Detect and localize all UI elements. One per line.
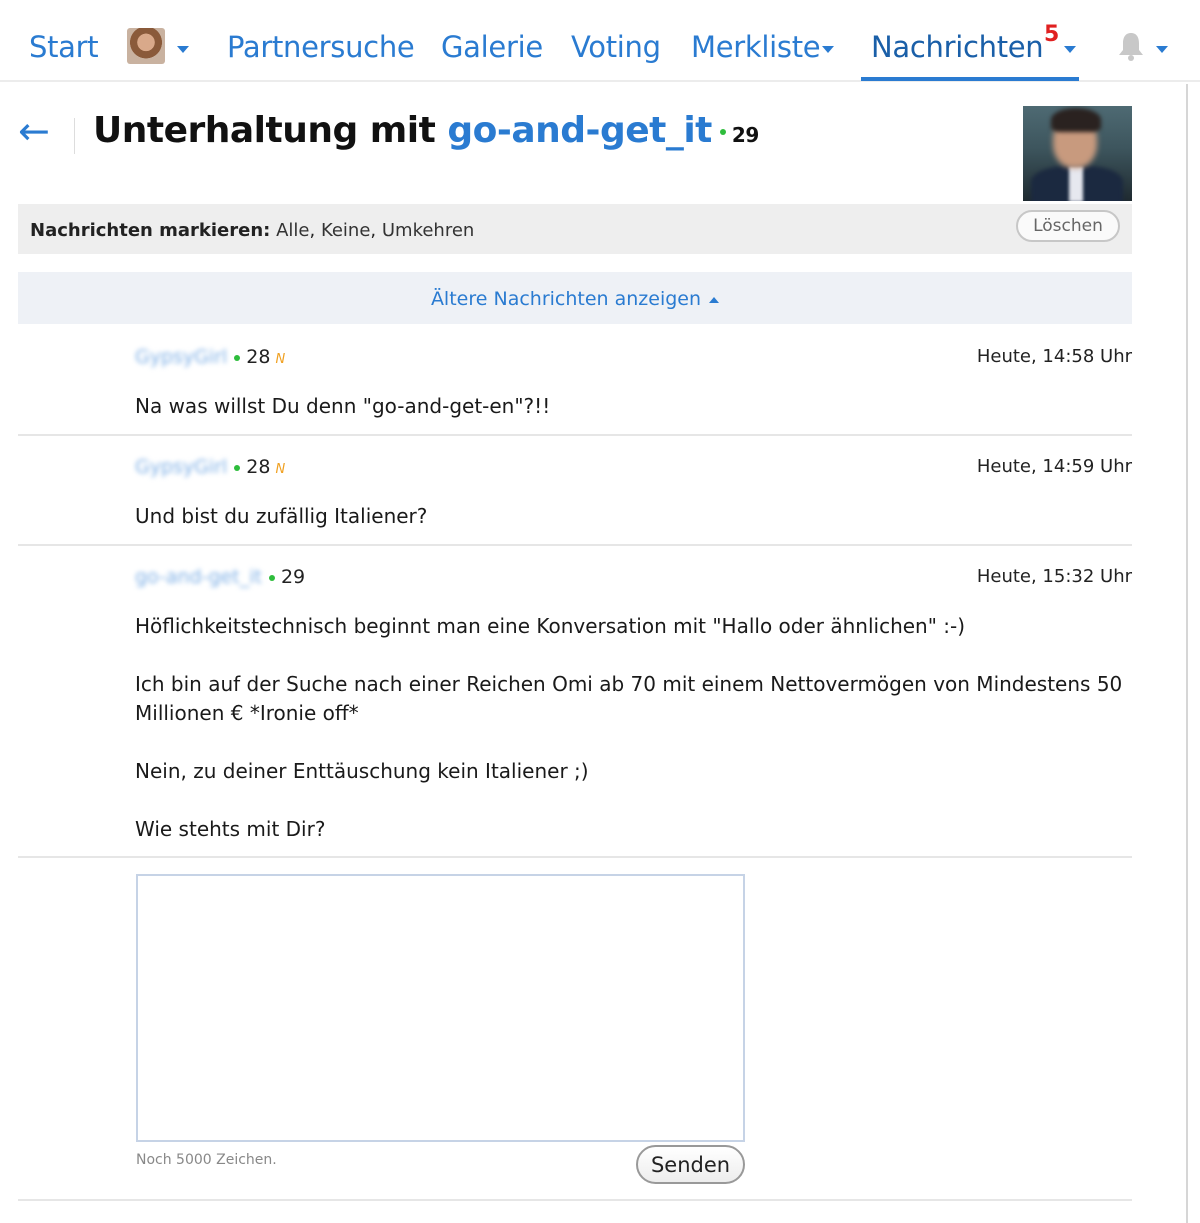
partner-age: 29 — [731, 123, 759, 147]
active-tab-indicator — [861, 77, 1079, 81]
mark-all-link[interactable]: Alle — [276, 220, 309, 241]
message-text: Und bist du zufällig Italiener? — [135, 504, 428, 528]
divider — [18, 1199, 1132, 1201]
unread-count-badge: 5 — [1044, 22, 1060, 47]
partner-profile-photo[interactable] — [1023, 106, 1132, 201]
online-indicator — [719, 129, 726, 135]
partner-name-link[interactable]: go-and-get_it — [447, 110, 712, 151]
message-time: Heute, 14:58 Uhr — [976, 346, 1132, 367]
chevron-down-icon[interactable] — [177, 46, 189, 53]
older-messages-label[interactable]: Ältere Nachrichten anzeigen — [431, 288, 701, 310]
title-prefix: Unterhaltung mit — [93, 110, 448, 151]
new-badge: N — [275, 462, 286, 477]
nav-nachrichten[interactable]: Nachrichten — [871, 30, 1044, 64]
back-arrow-icon[interactable]: ← — [18, 112, 50, 150]
top-navigation: Start Partnersuche Galerie Voting Merkli… — [0, 0, 1200, 82]
mark-invert-link[interactable]: Umkehren — [382, 220, 474, 241]
bell-icon[interactable] — [1116, 30, 1146, 62]
chevron-down-icon[interactable] — [822, 46, 834, 53]
mark-controls: Nachrichten markieren: Alle, Keine, Umke… — [30, 220, 475, 241]
nav-galerie[interactable]: Galerie — [441, 30, 543, 64]
page-title: Unterhaltung mit go-and-get_it 29 — [93, 110, 759, 151]
older-messages-link[interactable]: Ältere Nachrichten anzeigen — [431, 288, 720, 310]
message-sender: GypsyGirl 28 N — [135, 456, 285, 478]
message-text: Höflichkeitstechnisch beginnt man eine K… — [135, 614, 1123, 841]
remaining-characters: Noch 5000 Zeichen. — [136, 1152, 277, 1168]
sender-age: 29 — [280, 566, 306, 588]
send-button[interactable]: Senden — [636, 1145, 745, 1184]
message-time: Heute, 15:32 Uhr — [976, 566, 1132, 587]
nav-start[interactable]: Start — [29, 30, 99, 64]
chevron-down-icon[interactable] — [1156, 46, 1168, 53]
delete-button[interactable]: Löschen — [1016, 210, 1120, 242]
sender-name[interactable]: GypsyGirl — [135, 456, 227, 478]
online-indicator — [234, 464, 241, 471]
mark-label: Nachrichten markieren: — [30, 220, 271, 241]
chevron-down-icon[interactable] — [1064, 46, 1076, 53]
user-avatar[interactable] — [127, 28, 165, 64]
sender-age: 28 — [246, 456, 271, 478]
sender-name[interactable]: go-and-get_it — [135, 566, 262, 588]
message-text: Na was willst Du denn "go-and-get-en"?!! — [135, 394, 551, 418]
message-time: Heute, 14:59 Uhr — [976, 456, 1132, 477]
message-item: go-and-get_it 29 Heute, 15:32 Uhr Höflich… — [18, 546, 1132, 858]
online-indicator — [268, 574, 275, 581]
message-item: GypsyGirl 28 N Heute, 14:59 Uhr Und bist d… — [18, 436, 1132, 546]
older-messages-bar[interactable]: Ältere Nachrichten anzeigen — [18, 272, 1132, 324]
message-sender: go-and-get_it 29 — [135, 566, 305, 588]
content-divider — [1186, 84, 1188, 1223]
message-item: GypsyGirl 28 N Heute, 14:58 Uhr Na was wil… — [18, 326, 1132, 436]
chevron-up-icon — [709, 296, 720, 303]
nav-partnersuche[interactable]: Partnersuche — [227, 30, 415, 64]
sender-name[interactable]: GypsyGirl — [135, 346, 227, 368]
message-input[interactable] — [136, 874, 745, 1142]
divider — [74, 118, 75, 154]
online-indicator — [234, 354, 241, 361]
mark-none-link[interactable]: Keine — [321, 220, 370, 241]
nav-merkliste[interactable]: Merkliste — [691, 30, 821, 64]
sender-age: 28 — [246, 346, 271, 368]
nav-voting[interactable]: Voting — [571, 30, 661, 64]
new-badge: N — [275, 352, 286, 367]
message-sender: GypsyGirl 28 N — [135, 346, 285, 368]
mark-messages-bar: Nachrichten markieren: Alle, Keine, Umke… — [18, 204, 1132, 254]
